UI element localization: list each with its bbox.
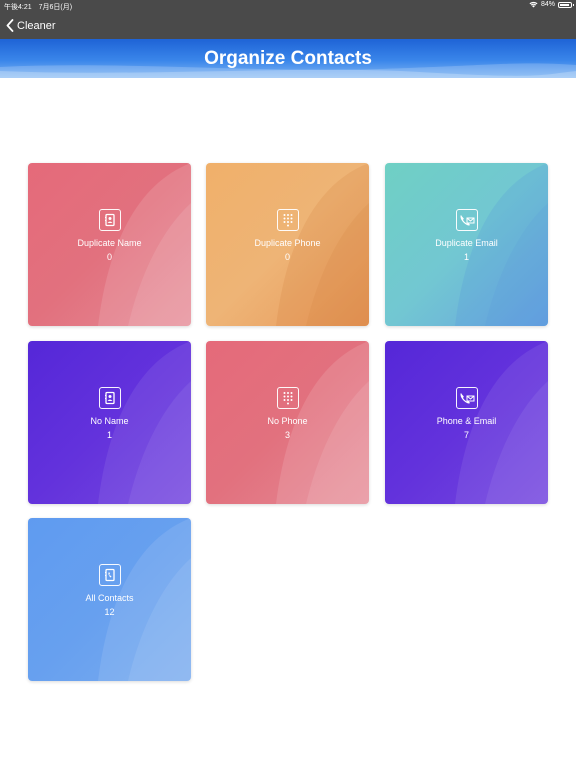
card-duplicate-email[interactable]: Duplicate Email 1 — [385, 163, 548, 326]
card-count: 1 — [106, 430, 112, 440]
card-no-name[interactable]: No Name 1 — [28, 341, 191, 504]
card-label: Duplicate Phone — [254, 238, 321, 248]
contact-book-icon — [98, 564, 121, 586]
card-label: No Name — [90, 416, 129, 426]
card-count: 12 — [104, 607, 115, 617]
card-count: 0 — [284, 252, 290, 262]
title-banner: Organize Contacts — [0, 39, 576, 78]
back-button[interactable]: Cleaner — [6, 17, 56, 34]
phone-mail-icon — [455, 387, 478, 409]
card-label: All Contacts — [85, 593, 134, 603]
card-count: 0 — [106, 252, 112, 262]
nav-bar: Cleaner — [0, 12, 576, 39]
card-label: Phone & Email — [436, 416, 497, 426]
chevron-left-icon — [6, 19, 14, 32]
status-bar: 午後4:21 7月6日(月) 84% — [0, 0, 576, 12]
card-no-phone[interactable]: No Phone 3 — [206, 341, 369, 504]
card-count: 7 — [463, 430, 469, 440]
battery-percent: 84% — [540, 1, 555, 8]
status-right: 84% — [529, 1, 574, 8]
card-label: Duplicate Name — [77, 238, 142, 248]
battery-icon — [558, 1, 574, 8]
dialpad-icon — [276, 209, 299, 231]
card-count: 3 — [284, 430, 290, 440]
page-title: Organize Contacts — [204, 48, 372, 69]
dialpad-icon — [276, 387, 299, 409]
card-phone-and-email[interactable]: Phone & Email 7 — [385, 341, 548, 504]
status-time: 午後4:21 7月6日(月) — [4, 4, 73, 11]
card-all-contacts[interactable]: All Contacts 12 — [28, 518, 191, 681]
card-count: 1 — [463, 252, 469, 262]
card-duplicate-name[interactable]: Duplicate Name 0 — [28, 163, 191, 326]
card-label: Duplicate Email — [435, 238, 498, 248]
card-duplicate-phone[interactable]: Duplicate Phone 0 — [206, 163, 369, 326]
address-book-icon — [98, 209, 121, 231]
phone-mail-icon — [455, 209, 478, 231]
wifi-icon — [529, 1, 538, 8]
address-book-icon — [98, 387, 121, 409]
card-label: No Phone — [267, 416, 308, 426]
back-label: Cleaner — [17, 19, 56, 32]
